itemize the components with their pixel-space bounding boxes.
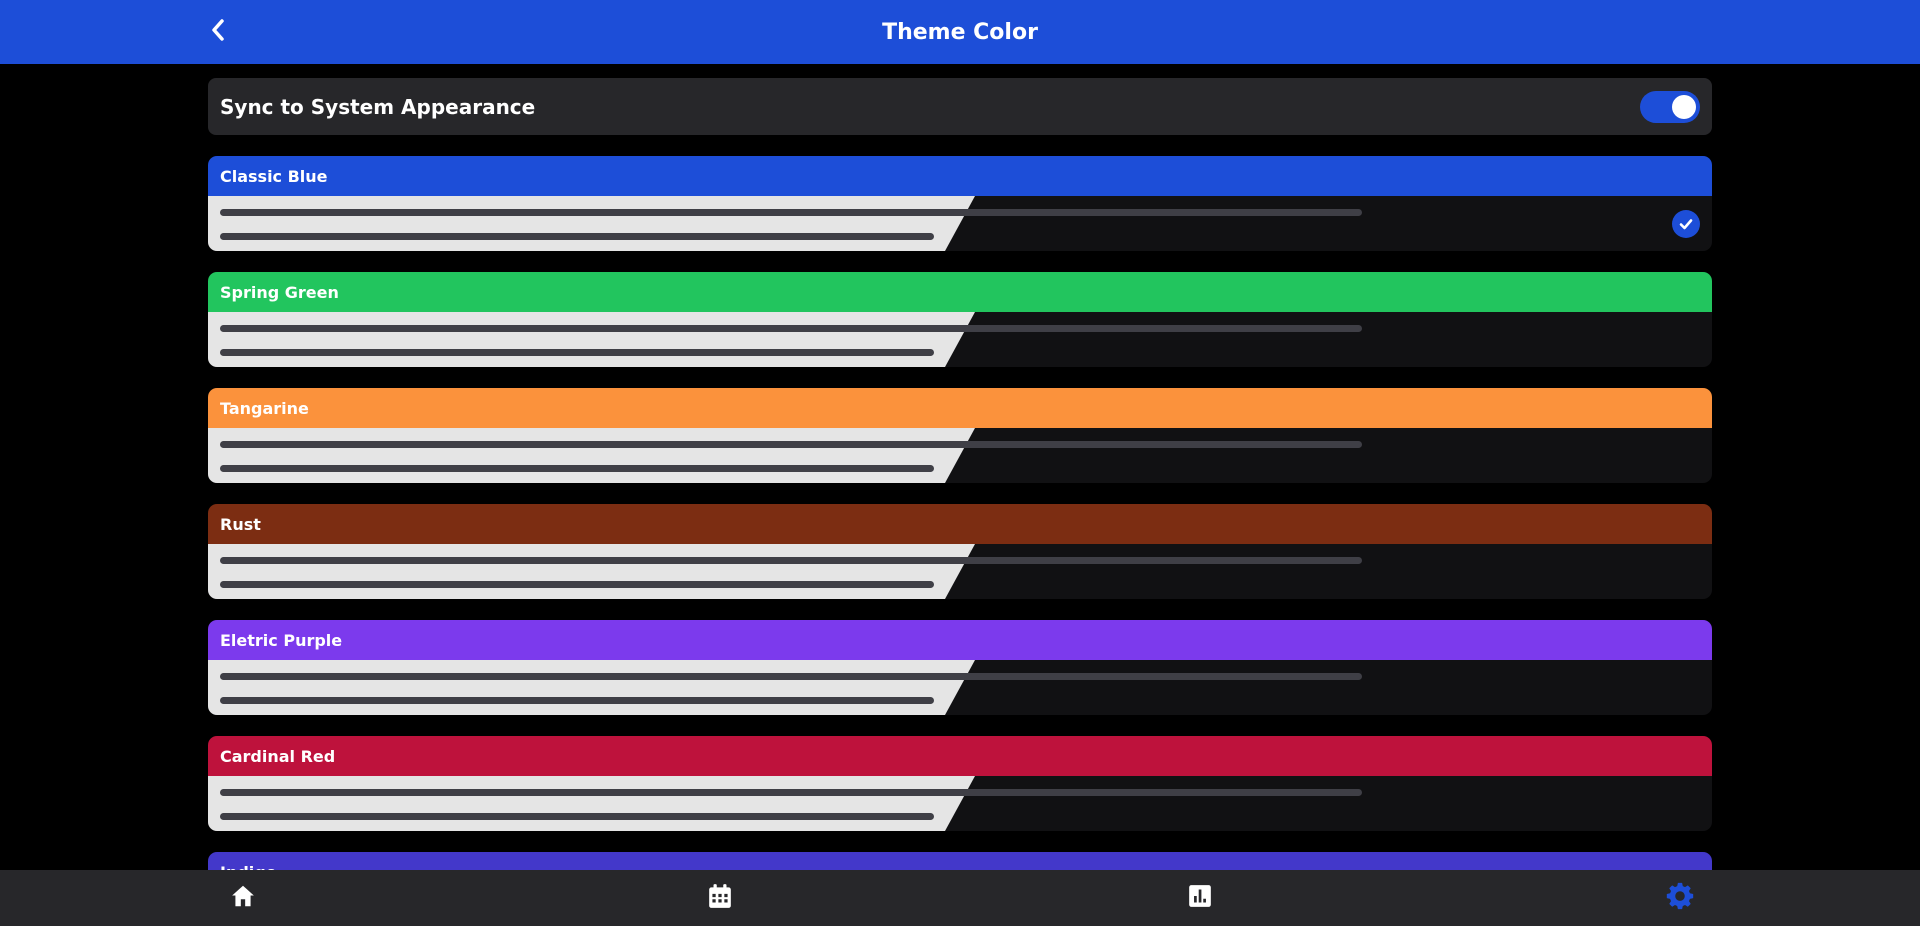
theme-option[interactable]: Tangarine <box>208 388 1712 483</box>
theme-preview <box>208 660 1712 715</box>
theme-options: Classic Blue Spring Green Tangarine Rust Ele… <box>208 156 1712 870</box>
theme-option[interactable]: Rust <box>208 504 1712 599</box>
bottom-nav <box>0 870 1920 926</box>
theme-option[interactable]: Indigo <box>208 852 1712 870</box>
preview-line <box>220 673 1362 680</box>
nav-home[interactable] <box>226 881 260 915</box>
theme-name: Tangarine <box>220 398 309 418</box>
theme-preview <box>208 196 1712 251</box>
theme-preview <box>208 312 1712 367</box>
theme-header: Indigo <box>208 852 1712 870</box>
sync-system-appearance-toggle[interactable] <box>1640 90 1700 123</box>
theme-header: Classic Blue <box>208 156 1712 196</box>
preview-line <box>220 581 934 588</box>
preview-line <box>220 233 934 240</box>
theme-preview <box>208 776 1712 831</box>
preview-line <box>220 789 1362 796</box>
preview-line <box>220 813 934 820</box>
nav-calendar[interactable] <box>703 881 737 915</box>
theme-option[interactable]: Classic Blue <box>208 156 1712 251</box>
theme-header: Rust <box>208 504 1712 544</box>
theme-name: Eletric Purple <box>220 630 343 650</box>
sync-system-appearance-row: Sync to System Appearance <box>208 78 1712 135</box>
nav-stats[interactable] <box>1183 881 1217 915</box>
preview-line <box>220 441 1362 448</box>
light-preview <box>208 196 975 251</box>
theme-preview <box>208 428 1712 483</box>
sync-system-appearance-label: Sync to System Appearance <box>220 94 536 119</box>
theme-name: Cardinal Red <box>220 746 336 766</box>
page-title: Theme Color <box>882 19 1038 45</box>
chevron-left-icon <box>210 18 226 46</box>
checkmark-icon <box>1672 210 1700 238</box>
theme-option[interactable]: Cardinal Red <box>208 736 1712 831</box>
light-preview <box>208 312 975 367</box>
theme-name: Rust <box>220 514 261 534</box>
theme-preview <box>208 544 1712 599</box>
theme-header: Spring Green <box>208 272 1712 312</box>
home-icon <box>230 883 256 913</box>
top-bar: Theme Color <box>0 0 1920 64</box>
preview-line <box>220 465 934 472</box>
theme-header: Cardinal Red <box>208 736 1712 776</box>
light-preview <box>208 660 975 715</box>
preview-line <box>220 697 934 704</box>
toggle-knob <box>1672 94 1696 119</box>
theme-header: Eletric Purple <box>208 620 1712 660</box>
back-button[interactable] <box>200 14 236 50</box>
theme-name: Spring Green <box>220 282 339 302</box>
preview-line <box>220 349 934 356</box>
gear-icon <box>1666 882 1694 914</box>
light-preview <box>208 428 975 483</box>
chart-icon <box>1187 883 1213 913</box>
light-preview <box>208 776 975 831</box>
light-preview <box>208 544 975 599</box>
theme-header: Tangarine <box>208 388 1712 428</box>
nav-settings[interactable] <box>1663 881 1697 915</box>
preview-line <box>220 209 1362 216</box>
preview-line <box>220 325 1362 332</box>
theme-name: Indigo <box>220 863 277 871</box>
preview-line <box>220 557 1362 564</box>
theme-list: Sync to System Appearance Classic Blue Sp… <box>208 78 1712 870</box>
theme-option[interactable]: Eletric Purple <box>208 620 1712 715</box>
theme-name: Classic Blue <box>220 166 328 186</box>
theme-option[interactable]: Spring Green <box>208 272 1712 367</box>
calendar-icon <box>707 883 733 913</box>
